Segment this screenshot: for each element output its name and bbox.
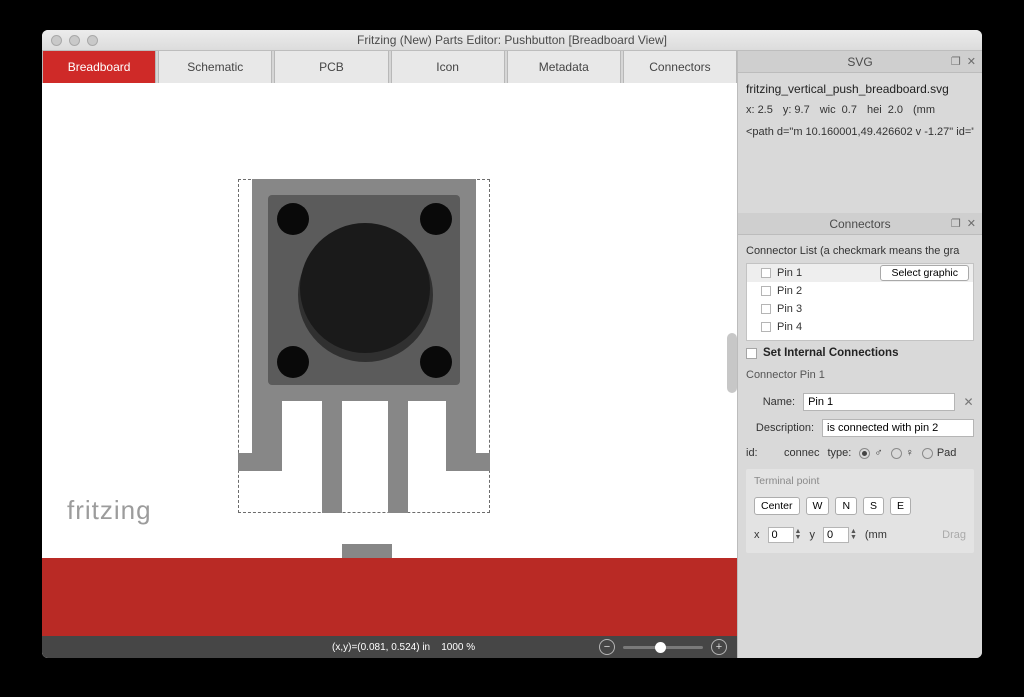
connector-checkbox[interactable] [761, 322, 771, 332]
terminal-n-button[interactable]: N [835, 497, 857, 515]
connectors-panel-title: Connectors [829, 217, 890, 231]
status-bar: (x,y)=(0.081, 0.524) in 1000 % − + [42, 636, 737, 658]
connector-name: Pin 1 [777, 267, 802, 279]
terminal-s-button[interactable]: S [863, 497, 884, 515]
pushbutton-lug-br [420, 346, 452, 378]
connector-name: Pin 2 [777, 285, 802, 297]
connector-list[interactable]: Pin 1 Select graphic Pin 2 Pin 3 Pin 4 [746, 263, 974, 341]
connectors-panel-header[interactable]: Connectors ❐ ✕ [738, 213, 982, 235]
connector-checkbox[interactable] [761, 286, 771, 296]
svg-panel: fritzing_vertical_push_breadboard.svg x:… [738, 73, 982, 213]
terminal-y-input[interactable] [823, 527, 849, 543]
type-label: type: [827, 447, 851, 459]
connector-checkbox[interactable] [761, 304, 771, 314]
terminal-x-input[interactable] [768, 527, 794, 543]
select-graphic-button[interactable]: Select graphic [880, 265, 969, 281]
zoom-slider-thumb[interactable] [655, 642, 666, 653]
pushbutton-lug-bl [277, 346, 309, 378]
zoom-out-button[interactable]: − [599, 639, 615, 655]
zoom-in-button[interactable]: + [711, 639, 727, 655]
detach-panel-icon[interactable]: ❐ [951, 55, 961, 68]
connector-section-title: Connector Pin 1 [746, 365, 974, 389]
terminal-unit: (mm [865, 529, 887, 541]
pushbutton-leg-1 [252, 401, 282, 471]
connector-id-value: connec [784, 447, 819, 459]
breadboard-pin-stub [342, 544, 392, 558]
pushbutton-leg-stub-r [476, 453, 490, 471]
connector-list-item[interactable]: Pin 3 [747, 300, 973, 318]
svg-w: 0.7 [842, 104, 857, 116]
cursor-coordinates: (x,y)=(0.081, 0.524) in [332, 642, 430, 653]
svg-panel-title: SVG [847, 55, 872, 69]
terminal-y-label: y [809, 529, 815, 541]
internal-connections-checkbox[interactable] [746, 348, 757, 359]
tab-connectors[interactable]: Connectors [623, 51, 737, 83]
terminal-point-title: Terminal point [754, 475, 966, 493]
close-panel-icon[interactable]: ✕ [967, 217, 976, 230]
svg-path-text: <path d="m 10.160001,49.426602 v -1.27" … [746, 126, 974, 138]
internal-connections-label: Set Internal Connections [763, 347, 898, 359]
connector-name: Pin 4 [777, 321, 802, 333]
connector-list-item[interactable]: Pin 2 [747, 282, 973, 300]
tab-metadata[interactable]: Metadata [507, 51, 621, 83]
terminal-w-button[interactable]: W [806, 497, 830, 515]
svg-h: 2.0 [888, 104, 903, 116]
terminal-point-group: Terminal point Center W N S E x ▲▼ [746, 469, 974, 553]
type-female-radio[interactable] [891, 448, 902, 459]
name-label: Name: [746, 396, 795, 408]
terminal-drag-label[interactable]: Drag [942, 529, 966, 541]
close-panel-icon[interactable]: ✕ [967, 55, 976, 68]
tab-schematic[interactable]: Schematic [158, 51, 272, 83]
minimize-icon[interactable] [69, 35, 80, 46]
canvas-scrollbar[interactable] [727, 333, 737, 393]
titlebar: Fritzing (New) Parts Editor: Pushbutton … [42, 30, 982, 51]
tab-pcb[interactable]: PCB [274, 51, 388, 83]
pushbutton-leg-4 [388, 401, 408, 513]
window-title: Fritzing (New) Parts Editor: Pushbutton … [42, 33, 982, 47]
svg-panel-header[interactable]: SVG ❐ ✕ [738, 51, 982, 73]
tab-icon[interactable]: Icon [391, 51, 505, 83]
type-male-radio[interactable] [859, 448, 870, 459]
pushbutton-actuator [300, 223, 430, 353]
terminal-e-button[interactable]: E [890, 497, 911, 515]
main-area: Breadboard Schematic PCB Icon Metadata C… [42, 51, 737, 658]
type-pad-radio[interactable] [922, 448, 933, 459]
description-label: Description: [746, 422, 814, 434]
connector-list-item[interactable]: Pin 4 [747, 318, 973, 336]
zoom-slider[interactable] [623, 646, 703, 649]
zoom-icon[interactable] [87, 35, 98, 46]
pushbutton-leg-2 [446, 401, 476, 471]
connector-description-input[interactable] [822, 419, 974, 437]
canvas[interactable]: fritzing [42, 83, 737, 636]
view-tabs: Breadboard Schematic PCB Icon Metadata C… [42, 51, 737, 83]
connector-name: Pin 3 [777, 303, 802, 315]
pushbutton-lug-tr [420, 203, 452, 235]
terminal-x-label: x [754, 529, 760, 541]
clear-name-icon[interactable]: ✕ [963, 395, 974, 409]
connector-name-input[interactable] [803, 393, 955, 411]
detach-panel-icon[interactable]: ❐ [951, 217, 961, 230]
connectors-panel: Connector List (a checkmark means the gr… [738, 235, 982, 658]
id-label: id: [746, 447, 776, 459]
close-icon[interactable] [51, 35, 62, 46]
app-window: Fritzing (New) Parts Editor: Pushbutton … [42, 30, 982, 658]
terminal-center-button[interactable]: Center [754, 497, 800, 515]
svg-filename: fritzing_vertical_push_breadboard.svg [746, 79, 974, 104]
pushbutton-lug-tl [277, 203, 309, 235]
connector-checkbox[interactable] [761, 268, 771, 278]
connector-list-description: Connector List (a checkmark means the gr… [746, 241, 974, 263]
svg-x: 2.5 [758, 104, 773, 116]
breadboard-strip [42, 558, 737, 636]
zoom-level: 1000 % [441, 642, 475, 653]
pushbutton-leg-3 [322, 401, 342, 513]
connector-list-item[interactable]: Pin 1 Select graphic [747, 264, 973, 282]
right-dock: SVG ❐ ✕ fritzing_vertical_push_breadboar… [737, 51, 982, 658]
svg-unit: (mm [913, 104, 935, 116]
y-step-down[interactable]: ▼ [850, 535, 857, 541]
x-step-down[interactable]: ▼ [795, 535, 802, 541]
svg-y: 9.7 [794, 104, 809, 116]
fritzing-logo: fritzing [67, 495, 152, 526]
pushbutton-leg-stub-l [238, 453, 252, 471]
tab-breadboard[interactable]: Breadboard [42, 51, 156, 83]
